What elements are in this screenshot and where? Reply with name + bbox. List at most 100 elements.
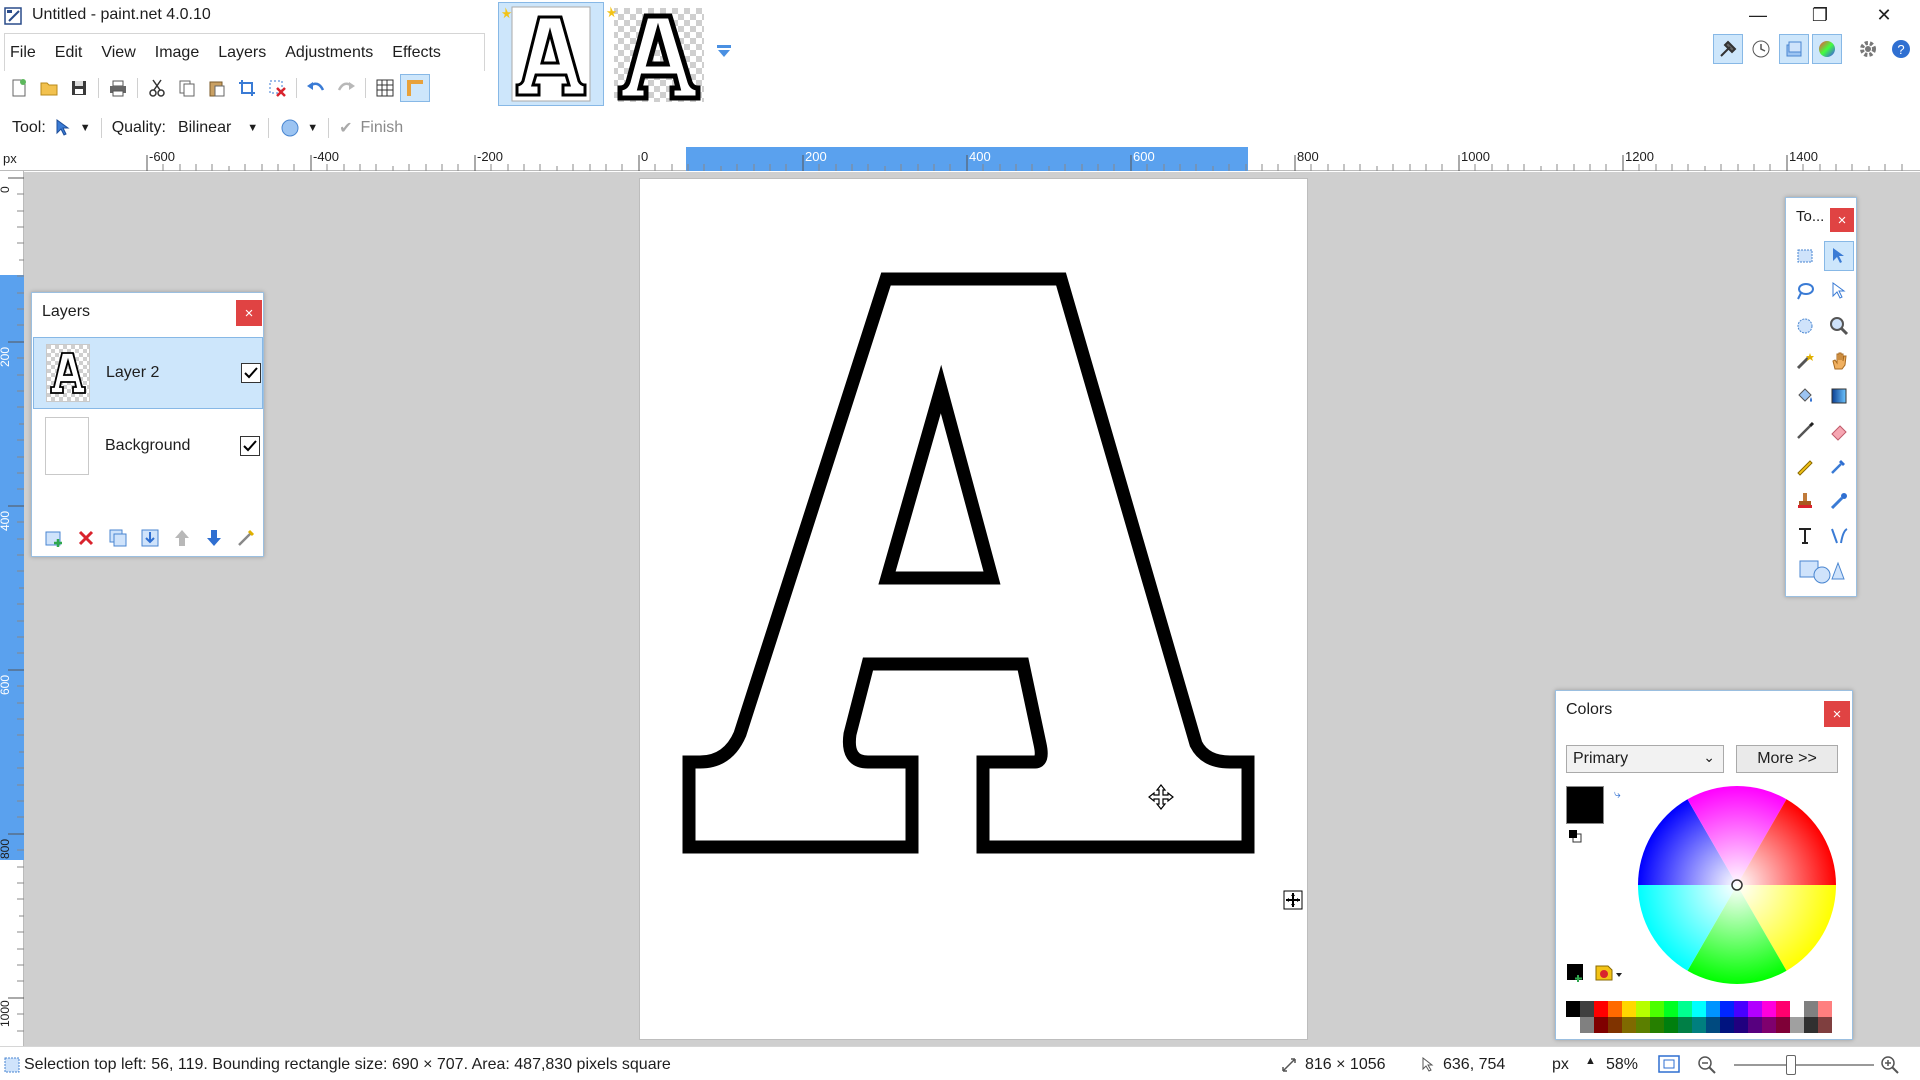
zoom-in-icon[interactable] <box>1880 1055 1900 1075</box>
paste-icon[interactable] <box>202 74 232 102</box>
merge-layer-down-icon[interactable] <box>134 525 166 551</box>
menu-image[interactable]: Image <box>145 38 208 68</box>
close-button[interactable]: ✕ <box>1858 0 1910 30</box>
zoom-out-icon[interactable] <box>1697 1055 1717 1075</box>
move-layer-up-icon[interactable] <box>166 525 198 551</box>
palette-swatch[interactable] <box>1622 1001 1636 1017</box>
palette-swatch[interactable] <box>1818 1017 1832 1033</box>
menu-view[interactable]: View <box>91 38 144 68</box>
save-icon[interactable] <box>64 74 94 102</box>
zoom-tool-icon[interactable] <box>1824 311 1854 341</box>
swap-colors-icon[interactable]: ⤷ <box>1614 787 1621 802</box>
palette-swatch[interactable] <box>1776 1001 1790 1017</box>
move-layer-down-icon[interactable] <box>198 525 230 551</box>
palette-swatch[interactable] <box>1790 1001 1804 1017</box>
duplicate-layer-icon[interactable] <box>102 525 134 551</box>
layers-close-icon[interactable]: × <box>236 300 262 326</box>
clone-stamp-tool-icon[interactable] <box>1790 486 1820 516</box>
palette-swatch[interactable] <box>1608 1017 1622 1033</box>
palette-swatch[interactable] <box>1706 1017 1720 1033</box>
palette-swatch[interactable] <box>1650 1017 1664 1033</box>
redo-icon[interactable] <box>331 74 361 102</box>
tools-window-toggle-icon[interactable] <box>1713 34 1743 64</box>
menu-layers[interactable]: Layers <box>208 38 275 68</box>
shapes-tool-icon[interactable] <box>1794 556 1848 586</box>
text-tool-icon[interactable] <box>1790 521 1820 551</box>
palette-swatch[interactable] <box>1650 1001 1664 1017</box>
layer-properties-icon[interactable] <box>230 525 262 551</box>
palette-swatch[interactable] <box>1748 1001 1762 1017</box>
document-thumbnail[interactable] <box>606 2 712 106</box>
layer-row[interactable]: Background <box>33 411 263 483</box>
history-window-toggle-icon[interactable] <box>1746 34 1776 64</box>
palette-swatch[interactable] <box>1818 1001 1832 1017</box>
quality-dropdown-arrow-icon[interactable]: ▼ <box>247 122 258 134</box>
layer-visibility-checkbox[interactable] <box>240 436 260 456</box>
tools-close-icon[interactable]: × <box>1830 208 1854 232</box>
copy-icon[interactable] <box>172 74 202 102</box>
layer-visibility-checkbox[interactable] <box>241 363 261 383</box>
menu-edit[interactable]: Edit <box>45 38 92 68</box>
palette-swatch[interactable] <box>1720 1001 1734 1017</box>
more-documents-icon[interactable] <box>716 44 732 58</box>
crop-to-selection-icon[interactable] <box>232 74 262 102</box>
color-picker-tool-icon[interactable] <box>1824 451 1854 481</box>
pencil-tool-icon[interactable] <box>1790 451 1820 481</box>
pixel-grid-icon[interactable] <box>370 74 400 102</box>
zoom-to-window-icon[interactable] <box>1658 1055 1680 1073</box>
layers-window-toggle-icon[interactable] <box>1779 34 1809 64</box>
palette-swatch[interactable] <box>1804 1017 1818 1033</box>
antialiasing-icon[interactable] <box>279 118 301 138</box>
palette-swatch[interactable] <box>1692 1001 1706 1017</box>
tool-dropdown-arrow-icon[interactable]: ▼ <box>80 122 91 134</box>
colors-window-toggle-icon[interactable] <box>1812 34 1842 64</box>
palette-swatch[interactable] <box>1762 1017 1776 1033</box>
move-selected-tool-icon[interactable] <box>54 118 74 138</box>
zoom-slider-track[interactable] <box>1734 1064 1874 1066</box>
palette-swatch[interactable] <box>1734 1017 1748 1033</box>
more-colors-button[interactable]: More >> <box>1736 745 1838 773</box>
print-icon[interactable] <box>103 74 133 102</box>
colors-close-icon[interactable]: × <box>1824 701 1850 727</box>
delete-layer-icon[interactable] <box>70 525 102 551</box>
palette-swatch[interactable] <box>1734 1001 1748 1017</box>
ellipse-select-tool-icon[interactable] <box>1790 311 1820 341</box>
help-icon[interactable]: ? <box>1886 34 1916 64</box>
paintbrush-tool-icon[interactable] <box>1790 416 1820 446</box>
palette-swatch[interactable] <box>1566 1001 1580 1017</box>
antialiasing-dropdown-arrow-icon[interactable]: ▼ <box>307 122 318 134</box>
palette-swatch[interactable] <box>1762 1001 1776 1017</box>
eraser-tool-icon[interactable] <box>1824 416 1854 446</box>
palette-swatch[interactable] <box>1664 1001 1678 1017</box>
zoom-slider-thumb[interactable] <box>1785 1055 1796 1075</box>
menu-file[interactable]: File <box>0 38 45 68</box>
move-selection-tool-icon[interactable] <box>1824 276 1854 306</box>
palette-swatch[interactable] <box>1594 1001 1608 1017</box>
units-select[interactable]: px <box>1552 1056 1569 1074</box>
units-dropdown-arrow-icon[interactable]: ▲ <box>1585 1055 1596 1067</box>
rectangle-select-tool-icon[interactable] <box>1790 241 1820 271</box>
new-icon[interactable] <box>4 74 34 102</box>
recolor-tool-icon[interactable] <box>1824 486 1854 516</box>
move-selected-pixels-tool-icon[interactable] <box>1824 241 1854 271</box>
settings-gear-icon[interactable] <box>1853 34 1883 64</box>
palette-swatch[interactable] <box>1804 1001 1818 1017</box>
add-layer-icon[interactable] <box>38 525 70 551</box>
palette-swatch[interactable] <box>1678 1001 1692 1017</box>
image-canvas[interactable] <box>639 178 1308 1040</box>
minimize-button[interactable]: — <box>1732 0 1784 30</box>
finish-button[interactable]: Finish <box>360 119 403 137</box>
paint-bucket-tool-icon[interactable] <box>1790 381 1820 411</box>
palette-swatch[interactable] <box>1776 1017 1790 1033</box>
palette-swatch[interactable] <box>1636 1001 1650 1017</box>
palette-swatch[interactable] <box>1622 1017 1636 1033</box>
deselect-icon[interactable] <box>262 74 292 102</box>
primary-color-swatch[interactable] <box>1566 786 1604 824</box>
zoom-value[interactable]: 58% <box>1606 1056 1638 1074</box>
palette-swatch[interactable] <box>1748 1017 1762 1033</box>
color-wheel[interactable] <box>1637 785 1837 985</box>
palette-swatch[interactable] <box>1566 1017 1580 1033</box>
palette-swatch[interactable] <box>1790 1017 1804 1033</box>
palette-swatch[interactable] <box>1636 1017 1650 1033</box>
gradient-tool-icon[interactable] <box>1824 381 1854 411</box>
